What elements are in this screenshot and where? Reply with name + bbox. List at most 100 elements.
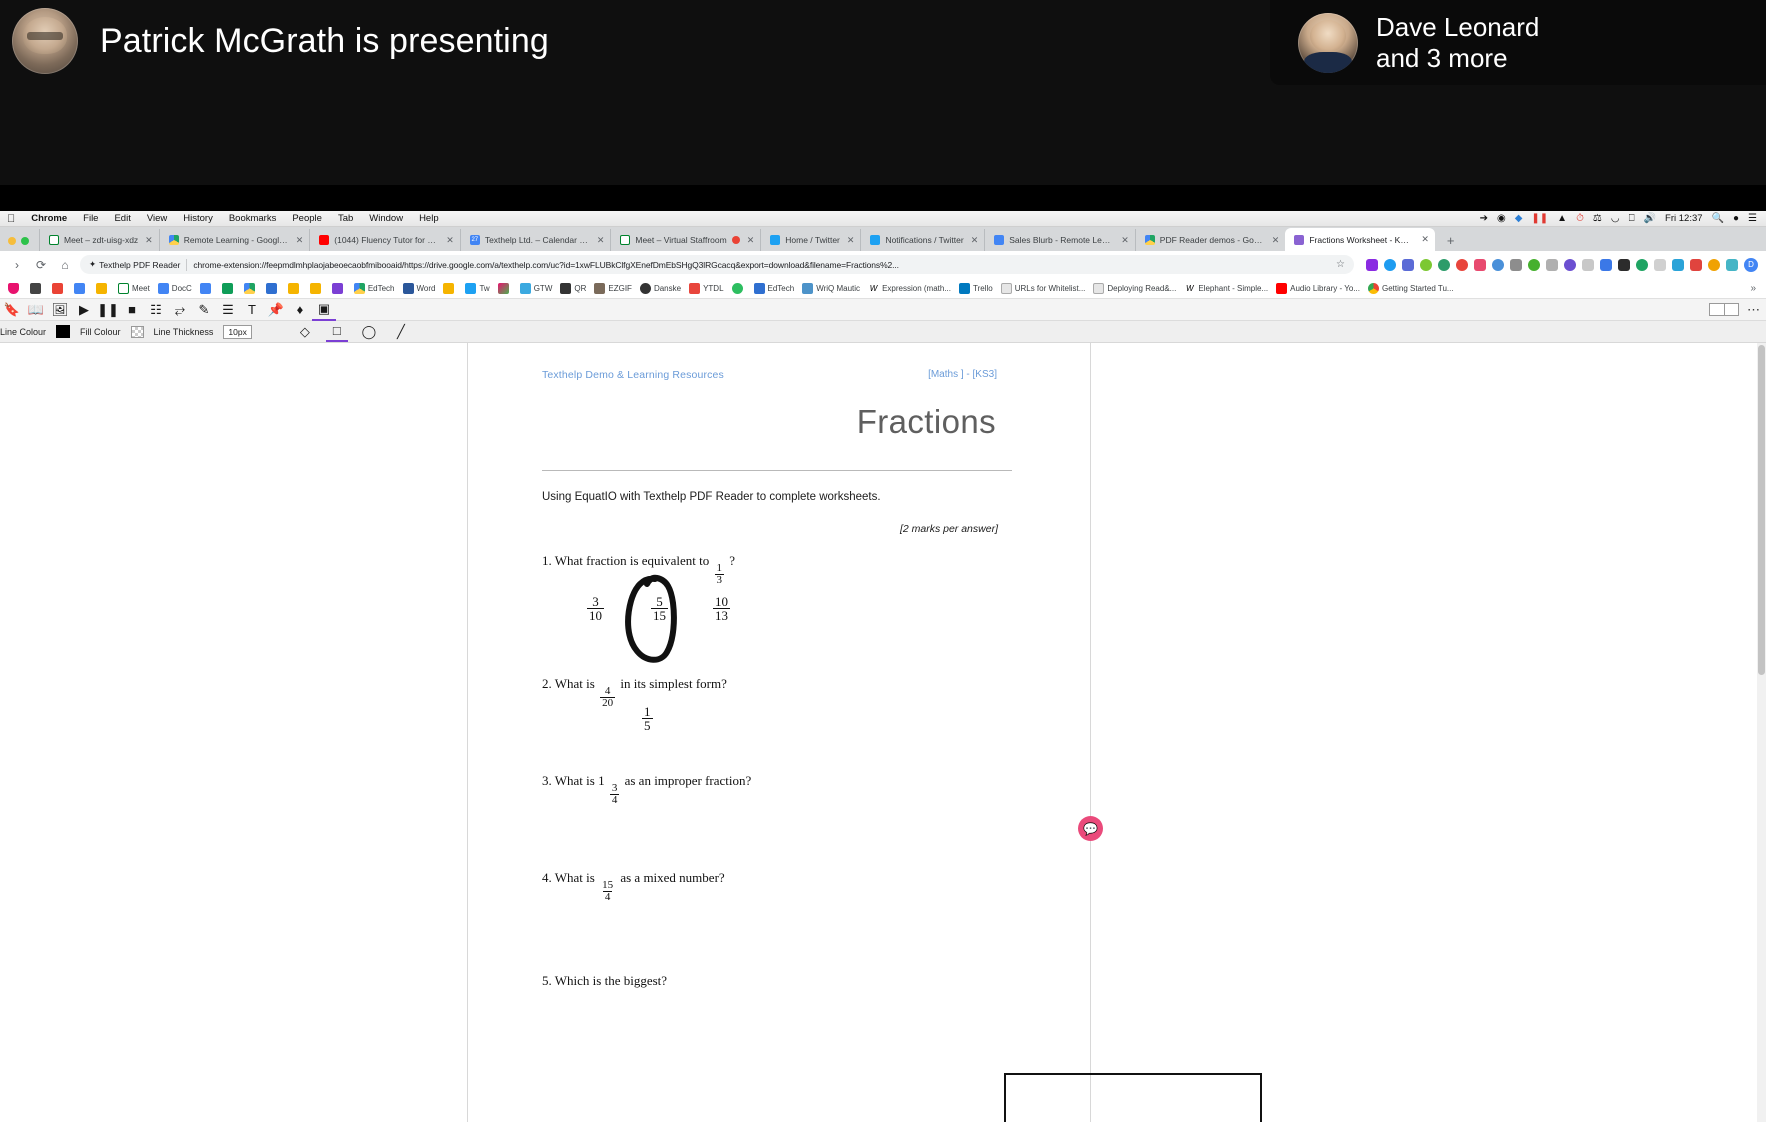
bookmark-texthelp[interactable]	[4, 282, 26, 294]
tab-fractions-worksheet[interactable]: Fractions Worksheet - KS3.pdf ✕	[1285, 228, 1435, 251]
pause-icon[interactable]: ❚❚	[1531, 213, 1548, 224]
bell-extension-icon[interactable]	[1708, 258, 1720, 271]
bookmark-ribbon-icon[interactable]: 🔖	[0, 299, 24, 321]
menu-bookmarks[interactable]: Bookmarks	[221, 213, 285, 224]
new-tab-button[interactable]: +	[1435, 233, 1465, 251]
wiki-extension-icon[interactable]	[1636, 258, 1648, 271]
page-layout-icon[interactable]	[1709, 303, 1739, 316]
eraser-icon[interactable]: ◇	[294, 322, 316, 342]
bookmark-trello[interactable]: Trello	[955, 282, 997, 294]
bookmark-sheets[interactable]	[218, 282, 240, 294]
stop-icon[interactable]: ■	[120, 299, 144, 321]
home-button[interactable]: ⌂	[56, 258, 74, 272]
q1-option-1[interactable]: 3 10	[585, 588, 606, 622]
translate-extension-icon[interactable]	[1600, 258, 1612, 271]
flag-extension-icon[interactable]	[1726, 258, 1738, 271]
pin-icon[interactable]: 📌	[264, 299, 288, 321]
viewer-scrollbar-thumb[interactable]	[1758, 345, 1765, 675]
tab-texthelp-calendar[interactable]: 27 Texthelp Ltd. – Calendar - Week ✕	[459, 229, 611, 251]
wifi-icon[interactable]: ◡	[1611, 213, 1620, 224]
bookmark-qr[interactable]: QR	[556, 282, 590, 294]
bookmark-deploying-readwrite[interactable]: Deploying Read&...	[1089, 282, 1180, 294]
bookmark-word[interactable]: Word	[399, 282, 440, 294]
bookmark-getting-started[interactable]: Getting Started Tu...	[1364, 282, 1458, 294]
bluetooth-icon[interactable]: ⚖	[1593, 213, 1602, 224]
bookmark-contacts[interactable]	[92, 282, 114, 294]
menu-history[interactable]: History	[175, 213, 221, 224]
pdf-extension-icon[interactable]	[1402, 258, 1414, 271]
tag-extension-icon[interactable]	[1690, 258, 1702, 271]
window-controls[interactable]	[4, 237, 39, 251]
q2-answer[interactable]: 1 5	[640, 698, 655, 732]
equatio-extension-icon[interactable]	[1384, 258, 1396, 271]
bookmark-forms[interactable]	[328, 282, 350, 294]
address-bar[interactable]: ✦ Texthelp PDF Reader chrome-extension:/…	[80, 255, 1354, 274]
play-icon[interactable]: ▶	[72, 299, 96, 321]
highlighter-icon[interactable]: ✎	[192, 299, 216, 321]
bookmark-bar-tool[interactable]	[26, 282, 48, 294]
mail-extension-icon[interactable]	[1654, 258, 1666, 271]
menu-view[interactable]: View	[139, 213, 175, 224]
clipboard-extension-icon[interactable]	[1546, 258, 1558, 271]
bookmark-gtw[interactable]: GTW	[516, 282, 557, 294]
lastpass-extension-icon[interactable]	[1510, 258, 1522, 271]
tab-notifications-twitter[interactable]: Notifications / Twitter ✕	[860, 229, 984, 251]
close-icon[interactable]: ✕	[1421, 234, 1429, 245]
bookmark-gmail[interactable]	[48, 282, 70, 294]
notification-center-icon[interactable]: ☰	[1748, 213, 1757, 224]
q1-option-3[interactable]: 10 13	[711, 588, 732, 622]
q3-annotation-rectangle[interactable]	[1004, 1073, 1262, 1122]
cursor-icon[interactable]: ➔	[1480, 213, 1488, 224]
bookmark-docc[interactable]: DocC	[154, 282, 196, 294]
bookmark-edtech-sheets[interactable]: EdTech	[750, 282, 799, 294]
close-icon[interactable]: ✕	[1272, 235, 1280, 246]
bookmark-docs2[interactable]	[196, 282, 218, 294]
select-area-icon[interactable]: ☷	[144, 299, 168, 321]
image-icon[interactable]: 🖼	[48, 299, 72, 321]
bookmark-edtech-drive[interactable]: EdTech	[350, 282, 399, 294]
texthelp-extension-icon[interactable]	[1366, 258, 1378, 271]
maximize-button[interactable]	[21, 237, 29, 245]
fill-colour-swatch[interactable]	[130, 325, 144, 338]
close-icon[interactable]: ✕	[971, 235, 979, 246]
reload-button[interactable]: ⟳	[32, 258, 50, 272]
menu-help[interactable]: Help	[411, 213, 447, 224]
screencast-extension-icon[interactable]	[1438, 258, 1450, 271]
rectangle-icon[interactable]: □	[325, 322, 348, 342]
ellipse-icon[interactable]: ◯	[358, 322, 380, 342]
menubar-clock[interactable]: Fri 12:37	[1665, 213, 1703, 224]
minimize-button[interactable]	[8, 237, 16, 245]
apple-menu-icon[interactable]: 	[0, 213, 23, 225]
line-thickness-value[interactable]: 10px	[223, 324, 252, 339]
readwrite-extension-icon[interactable]	[1420, 258, 1432, 271]
bookmark-ezgif[interactable]: EZGIF	[590, 282, 636, 294]
tab-meet-staffroom[interactable]: Meet – Virtual Staffroom ✕	[610, 229, 760, 251]
bookmark-audio-library[interactable]: Audio Library - Yo...	[1272, 282, 1364, 294]
hand-drawn-circle-annotation[interactable]	[617, 571, 697, 671]
drive-icon[interactable]: ▲	[1557, 213, 1567, 224]
close-icon[interactable]: ✕	[296, 235, 304, 246]
bookmark-sheets2[interactable]	[262, 282, 284, 294]
bookmark-evernote[interactable]	[728, 282, 750, 294]
close-icon[interactable]: ✕	[1121, 235, 1129, 246]
close-icon[interactable]: ✕	[597, 235, 605, 246]
bookmark-twitter[interactable]: Tw	[461, 282, 493, 294]
viewer-scrollbar-track[interactable]	[1757, 343, 1766, 1122]
cast-extension-icon[interactable]	[1618, 258, 1630, 271]
tab-remote-learning[interactable]: Remote Learning - Google Drive ✕	[158, 229, 310, 251]
participant-chip[interactable]: Dave Leonard and 3 more	[1270, 0, 1766, 85]
bookmark-elephant[interactable]: W Elephant - Simple...	[1180, 282, 1272, 294]
timer-icon[interactable]: ⏱	[1576, 213, 1584, 224]
menu-window[interactable]: Window	[361, 213, 411, 224]
text-tool-icon[interactable]: T	[240, 299, 264, 321]
puzzle-extension-icon[interactable]	[1474, 258, 1486, 271]
grammarly-extension-icon[interactable]	[1528, 258, 1540, 271]
tab-sales-blurb[interactable]: Sales Blurb - Remote Learning ✕	[984, 229, 1135, 251]
menu-file[interactable]: File	[75, 213, 106, 224]
bookmark-expression-math[interactable]: W Expression (math...	[864, 282, 955, 294]
pdf-viewer[interactable]: Texthelp Demo & Learning Resources [Math…	[0, 343, 1766, 1122]
shape-frame-icon[interactable]: ▣	[312, 299, 336, 321]
volume-icon[interactable]: 🔊	[1644, 213, 1656, 224]
close-icon[interactable]: ✕	[145, 235, 153, 246]
menu-tab[interactable]: Tab	[330, 213, 361, 224]
